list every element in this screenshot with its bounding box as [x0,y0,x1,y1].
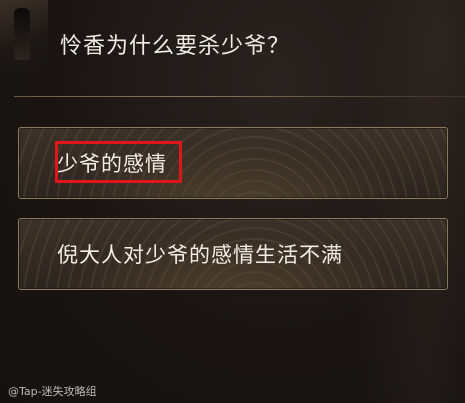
question-text: 怜香为什么要杀少爷？ [60,34,291,59]
character-portrait [0,0,48,70]
answer-option-2[interactable]: 倪大人对少爷的感情生活不满 [18,218,448,290]
watermark: @Tap-迷失攻略组 [8,385,97,398]
background-decoration [335,0,465,403]
answer-option-2-label: 倪大人对少爷的感情生活不满 [57,243,343,267]
divider [14,96,465,97]
answer-highlight-box [55,141,182,183]
